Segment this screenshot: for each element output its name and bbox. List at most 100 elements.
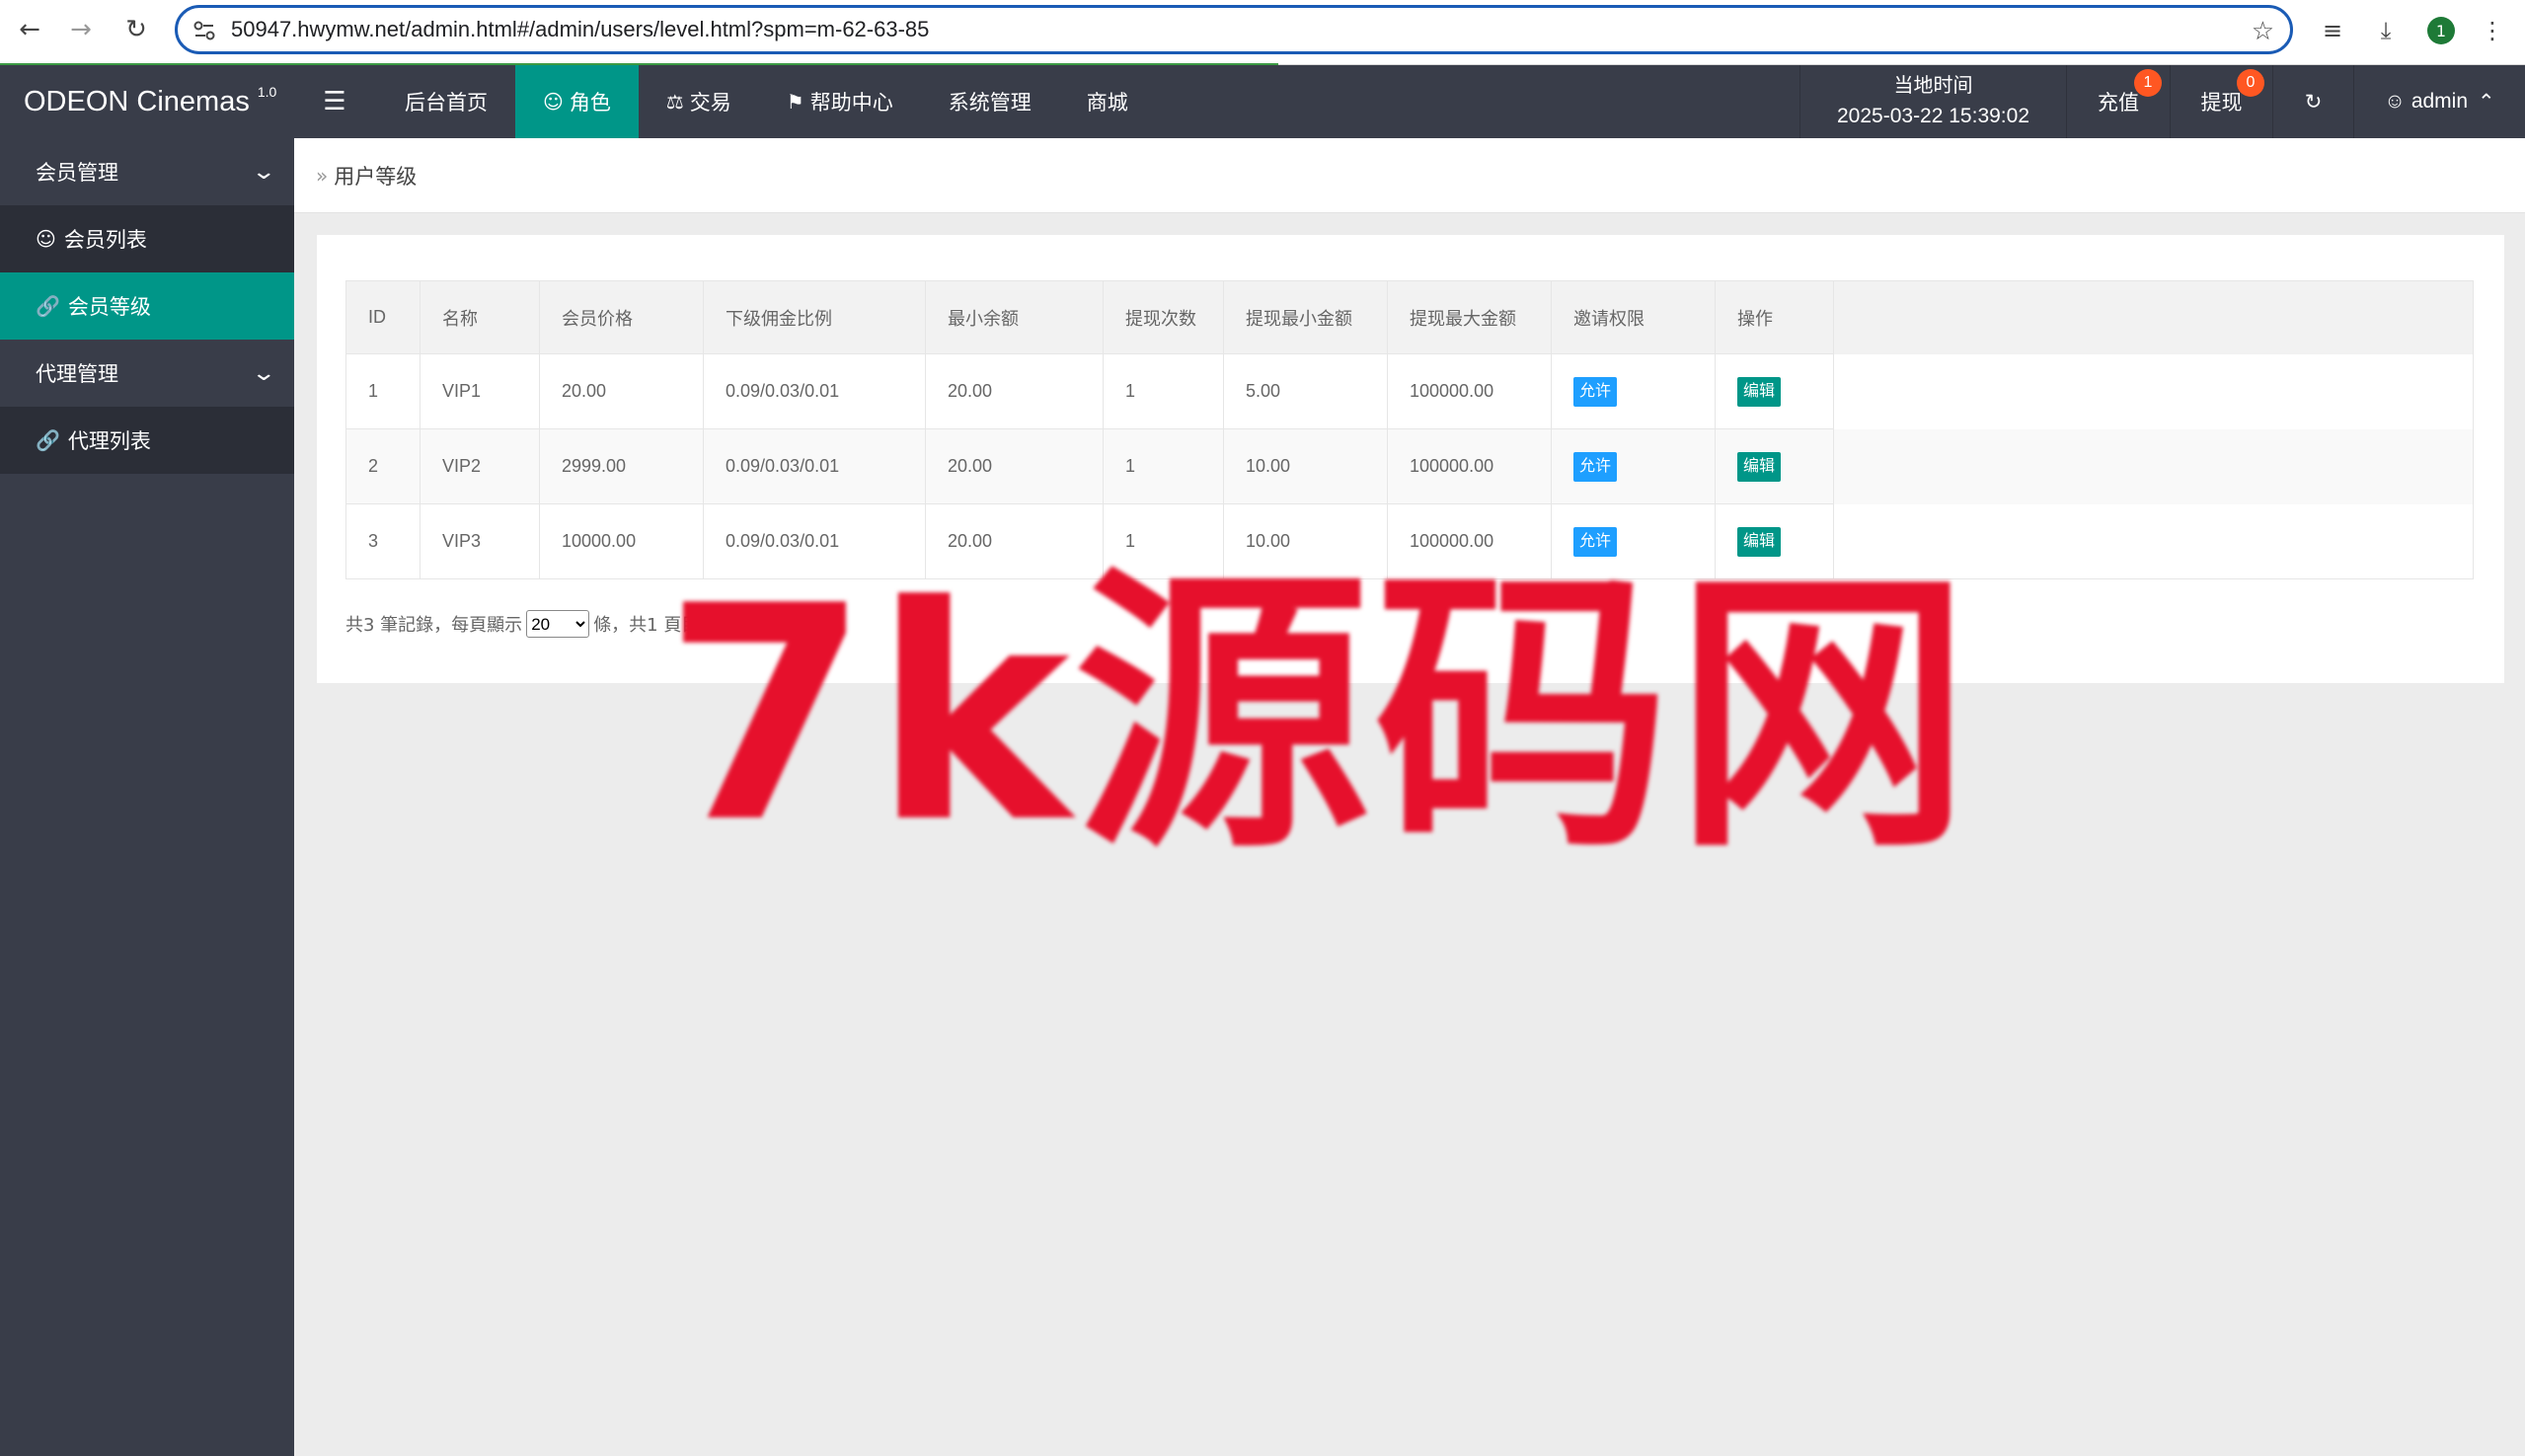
sidebar-item-member-level[interactable]: 🔗 会员等级 <box>0 272 294 340</box>
cell-withdraw-min: 10.00 <box>1223 428 1388 504</box>
cell-commission: 0.09/0.03/0.01 <box>703 353 926 429</box>
cell-name: VIP2 <box>420 428 540 504</box>
col-withdraw-count: 提现次数 <box>1103 280 1224 354</box>
user-icon: ☺ <box>36 227 56 251</box>
recharge-button[interactable]: 充值 1 <box>2066 65 2170 138</box>
page-size-select[interactable]: 20 <box>526 610 590 638</box>
profile-button[interactable]: 1 <box>2424 14 2458 47</box>
cell-withdraw-min: 5.00 <box>1223 353 1388 429</box>
sidebar-group-label: 代理管理 <box>36 362 118 386</box>
address-bar[interactable]: 50947.hwymw.net/admin.html#/admin/users/… <box>175 5 2293 54</box>
profile-avatar: 1 <box>2427 17 2455 44</box>
more-menu-icon[interactable]: ⋮ <box>2476 14 2509 47</box>
logo-version: 1.0 <box>257 84 277 100</box>
nav-dashboard-label: 后台首页 <box>405 91 488 115</box>
col-name: 名称 <box>420 280 540 354</box>
top-nav: 后台首页 ☺ 角色 ⚖ 交易 ⚑ 帮助中心 系统管理 商城 <box>377 65 1156 138</box>
sidebar-item-label: 代理列表 <box>67 429 151 453</box>
edit-button[interactable]: 编辑 <box>1737 451 1782 482</box>
site-settings-icon[interactable] <box>191 18 217 43</box>
pager-prefix: 共3 筆記錄，每頁顯示 <box>345 615 523 636</box>
nav-trade[interactable]: ⚖ 交易 <box>639 65 759 138</box>
browser-toolbar: ← → ↻ 50947.hwymw.net/admin.html#/admin/… <box>0 0 2525 66</box>
col-min-balance: 最小余额 <box>925 280 1104 354</box>
cell-actions: 编辑 <box>1715 428 1834 504</box>
forward-arrow-icon[interactable]: → <box>65 14 97 45</box>
user-icon: ☺ <box>543 90 564 114</box>
cell-id: 2 <box>345 428 421 504</box>
cell-invite: 允许 <box>1551 353 1716 429</box>
nav-system[interactable]: 系统管理 <box>921 65 1059 138</box>
recharge-label: 充值 <box>2098 91 2139 115</box>
col-withdraw-min: 提现最小金额 <box>1223 280 1388 354</box>
link-icon: 🔗 <box>36 294 60 318</box>
breadcrumb: » 用户等级 <box>294 138 2525 213</box>
sidebar-group-agents[interactable]: 代理管理 ⌄ <box>0 340 294 407</box>
nav-help[interactable]: ⚑ 帮助中心 <box>759 65 921 138</box>
nav-shop-label: 商城 <box>1086 91 1128 115</box>
admin-label: admin <box>2410 90 2469 113</box>
menu-toggle-icon[interactable]: ☰ <box>312 65 357 138</box>
col-commission: 下级佣金比例 <box>703 280 926 354</box>
cell-filler <box>1833 428 2474 504</box>
cell-actions: 编辑 <box>1715 353 1834 429</box>
table-header-row: ID 名称 会员价格 下级佣金比例 最小余额 提现次数 提现最小金额 提现最大金… <box>345 280 2474 354</box>
col-price: 会员价格 <box>539 280 704 354</box>
sidebar-item-member-list[interactable]: ☺ 会员列表 <box>0 205 294 272</box>
col-id: ID <box>345 280 421 354</box>
nav-trade-label: 交易 <box>689 91 731 115</box>
chevron-up-icon: ⌃ <box>2478 90 2495 114</box>
allow-button[interactable]: 允许 <box>1573 451 1618 482</box>
nav-help-label: 帮助中心 <box>809 91 893 115</box>
url-text[interactable]: 50947.hwymw.net/admin.html#/admin/users/… <box>231 17 929 42</box>
time-value: 2025-03-22 15:39:02 <box>1837 105 2029 127</box>
col-actions: 操作 <box>1715 280 1834 354</box>
cell-price: 2999.00 <box>539 428 704 504</box>
edit-button[interactable]: 编辑 <box>1737 376 1782 407</box>
cell-withdraw-max: 100000.00 <box>1387 353 1552 429</box>
chevron-down-icon: ⌄ <box>250 159 276 185</box>
cell-withdraw-count: 1 <box>1103 353 1224 429</box>
nav-shop[interactable]: 商城 <box>1059 65 1156 138</box>
bookmark-star-icon[interactable]: ☆ <box>2252 17 2274 46</box>
download-icon[interactable]: ⤓ <box>2369 14 2403 47</box>
chevron-down-icon: ⌄ <box>250 360 276 386</box>
reload-icon[interactable]: ↻ <box>120 14 152 45</box>
recharge-badge: 1 <box>2134 69 2162 97</box>
cell-min-balance: 20.00 <box>925 428 1104 504</box>
sidebar-group-members[interactable]: 会员管理 ⌄ <box>0 138 294 205</box>
nav-roles[interactable]: ☺ 角色 <box>515 65 639 138</box>
back-arrow-icon[interactable]: ← <box>14 14 45 45</box>
table-row: 1 VIP1 20.00 0.09/0.03/0.01 20.00 1 5.00… <box>345 353 2474 429</box>
withdraw-label: 提现 <box>2200 91 2243 115</box>
cell-withdraw-max: 100000.00 <box>1387 428 1552 504</box>
scale-icon: ⚖ <box>665 90 684 114</box>
sidebar-item-label: 会员列表 <box>63 228 147 252</box>
logo[interactable]: ODEON Cinemas 1.0 <box>0 65 294 138</box>
withdraw-button[interactable]: 提现 0 <box>2170 65 2272 138</box>
cell-withdraw-count: 1 <box>1103 428 1224 504</box>
level-table: ID 名称 会员价格 下级佣金比例 最小余额 提现次数 提现最小金额 提现最大金… <box>345 280 2474 579</box>
cell-name: VIP1 <box>420 353 540 429</box>
allow-button[interactable]: 允许 <box>1573 376 1618 407</box>
sidebar-item-agent-list[interactable]: 🔗 代理列表 <box>0 407 294 474</box>
media-queue-icon[interactable]: ≡ <box>2316 14 2349 47</box>
link-icon: 🔗 <box>36 428 60 452</box>
admin-menu[interactable]: ☺ admin ⌃ <box>2353 65 2525 138</box>
nav-roles-label: 角色 <box>569 91 611 115</box>
cell-filler <box>1833 353 2474 429</box>
logo-text: ODEON Cinemas <box>24 85 250 117</box>
flag-icon: ⚑ <box>786 90 804 114</box>
header-right: 当地时间 2025-03-22 15:39:02 充值 1 提现 0 ↻ ☺ a… <box>1799 65 2525 138</box>
refresh-icon[interactable]: ↻ <box>2272 65 2353 138</box>
cell-id: 3 <box>345 503 421 579</box>
admin-header: ODEON Cinemas 1.0 ☰ 后台首页 ☺ 角色 ⚖ 交易 ⚑ 帮助中心… <box>0 65 2525 138</box>
col-withdraw-max: 提现最大金额 <box>1387 280 1552 354</box>
cell-invite: 允许 <box>1551 428 1716 504</box>
watermark: 7k源码网 <box>663 543 1975 887</box>
cell-min-balance: 20.00 <box>925 353 1104 429</box>
breadcrumb-current: 用户等级 <box>334 164 418 189</box>
cell-name: VIP3 <box>420 503 540 579</box>
nav-dashboard[interactable]: 后台首页 <box>377 65 515 138</box>
col-filler <box>1833 280 2474 354</box>
